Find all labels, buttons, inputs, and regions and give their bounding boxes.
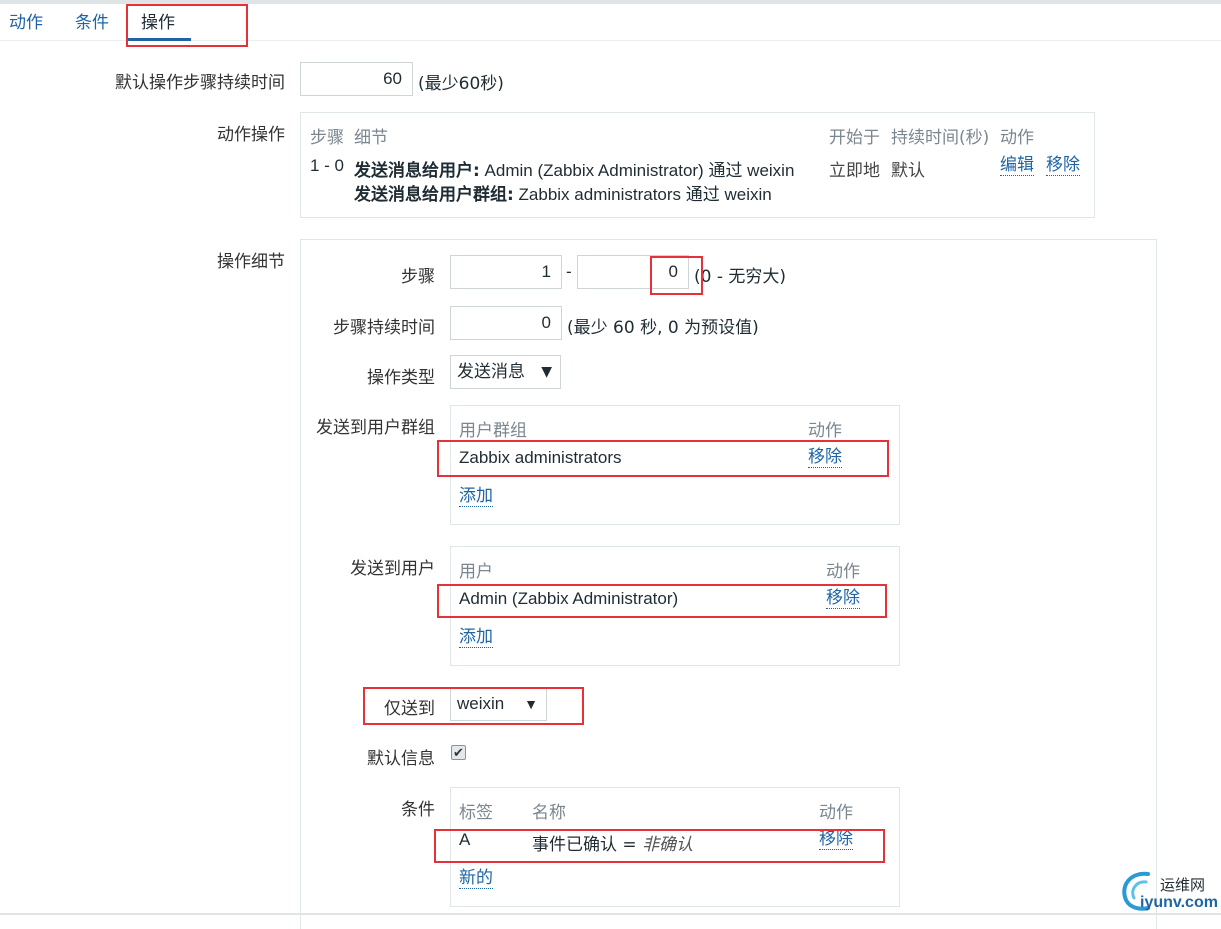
operation-type-select[interactable]: 发送消息 ▼ (450, 355, 561, 389)
bottom-border (0, 913, 1221, 915)
edit-operation-link[interactable]: 编辑 (1000, 155, 1034, 176)
highlight-box (650, 256, 703, 295)
step-duration-hint: (最少 60 秒, 0 为预设值) (567, 318, 759, 338)
default-step-duration-input[interactable]: 60 (300, 62, 413, 96)
highlight-box (437, 584, 887, 618)
row-detail-user-text: Admin (Zabbix Administrator) 通过 weixin (479, 161, 795, 180)
watermark-logo: 运维网 iyunv.com (1118, 868, 1218, 916)
highlight-box (126, 4, 248, 47)
highlight-box (434, 829, 885, 863)
operations-table: 步骤 细节 开始于 持续时间(秒) 动作 1 - 0 发送消息给用户: Admi… (300, 112, 1095, 218)
highlight-box (437, 440, 889, 477)
row-detail-user: 发送消息给用户: Admin (Zabbix Administrator) 通过… (354, 156, 794, 181)
add-user-group-link[interactable]: 添加 (459, 486, 493, 507)
user-groups-header-name: 用户群组 (459, 421, 527, 441)
default-step-duration-label: 默认操作步骤持续时间 (115, 73, 285, 93)
row-detail-group-text: Zabbix administrators 通过 weixin (513, 185, 772, 204)
conditions-header-action: 动作 (819, 803, 853, 823)
watermark-bottom-text: iyunv.com (1140, 894, 1218, 911)
users-label: 发送到用户 (350, 559, 435, 579)
operation-type-value: 发送消息 (457, 362, 525, 382)
conditions-label: 条件 (401, 800, 435, 820)
conditions-header-name: 名称 (532, 803, 566, 823)
row-steps: 1 - 0 (310, 156, 345, 175)
default-message-label: 默认信息 (367, 749, 435, 769)
operation-details-label: 操作细节 (217, 252, 285, 272)
row-detail-user-bold: 发送消息给用户: (354, 161, 480, 181)
watermark-top-text: 运维网 (1160, 876, 1206, 894)
row-duration: 默认 (891, 161, 925, 181)
header-duration: 持续时间(秒) (891, 128, 990, 148)
conditions-header-label: 标签 (459, 803, 493, 823)
default-step-duration-hint: (最少60秒) (418, 74, 504, 94)
step-dash: - (566, 262, 572, 281)
user-groups-header-action: 动作 (808, 421, 842, 441)
step-duration-input[interactable]: 0 (450, 306, 562, 340)
users-header-action: 动作 (826, 562, 860, 582)
steps-label: 步骤 (401, 267, 435, 287)
default-message-checkbox[interactable]: ✔ (451, 745, 466, 761)
step-hint: (0 - 无穷大) (694, 267, 787, 287)
new-condition-link[interactable]: 新的 (459, 868, 493, 889)
row-detail-group: 发送消息给用户群组: Zabbix administrators 通过 weix… (354, 180, 772, 205)
tab-conditions[interactable]: 条件 (75, 8, 109, 33)
step-duration-label: 步骤持续时间 (333, 318, 435, 338)
user-groups-label: 发送到用户群组 (316, 418, 435, 438)
operations-label: 动作操作 (217, 125, 285, 145)
tab-action[interactable]: 动作 (9, 8, 43, 33)
remove-operation-link[interactable]: 移除 (1046, 155, 1080, 176)
header-start: 开始于 (829, 128, 880, 148)
users-header-name: 用户 (459, 562, 493, 582)
add-user-link[interactable]: 添加 (459, 627, 493, 648)
row-start: 立即地 (829, 161, 880, 181)
header-details: 细节 (354, 128, 388, 148)
header-steps: 步骤 (310, 128, 344, 148)
check-mark-icon: ✔ (453, 746, 464, 761)
step-from-input[interactable]: 1 (450, 255, 562, 289)
header-action: 动作 (1000, 128, 1034, 148)
row-detail-group-bold: 发送消息给用户群组: (354, 185, 514, 205)
dropdown-arrow-icon: ▼ (541, 364, 552, 380)
highlight-box (363, 687, 584, 725)
operation-type-label: 操作类型 (367, 368, 435, 388)
